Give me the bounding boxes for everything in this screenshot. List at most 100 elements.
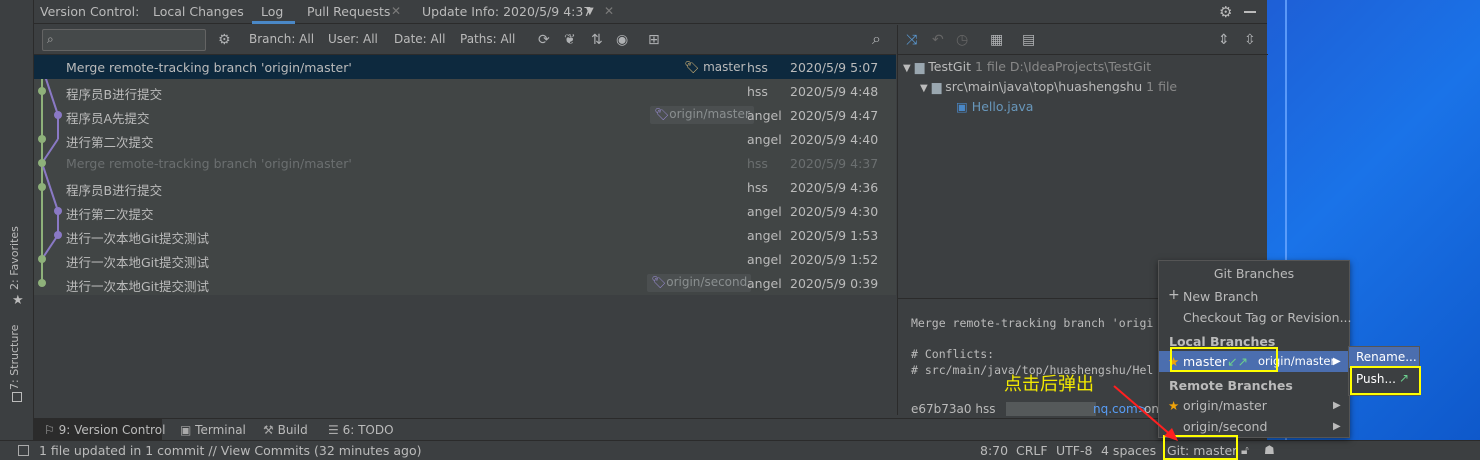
commit-row[interactable]: Merge remote-tracking branch 'origin/mas… [34, 55, 896, 79]
commit-row[interactable]: 进行一次本地Git提交测试 angel 2020/5/9 1:53 [34, 223, 896, 247]
cherry-pick-icon[interactable]: ❦ [564, 33, 576, 47]
tab-update-info[interactable]: Update Info: 2020/5/9 4:37 [422, 4, 591, 19]
details-conflicts: # Conflicts: [911, 347, 995, 361]
push-item[interactable]: Push... ↗ [1349, 369, 1419, 390]
commit-list: Merge remote-tracking branch 'origin/mas… [34, 55, 896, 295]
sync-arrows-icon: ↙↗ [1227, 354, 1248, 369]
tree-dir[interactable]: ▼ ▆ src\main\java\top\huashengshu 1 file [920, 79, 1177, 94]
tree-root-meta: 1 file D:\IdeaProjects\TestGit [974, 59, 1152, 74]
gear-icon[interactable]: ⚙ [1219, 3, 1232, 21]
revert-icon[interactable]: ↶ [932, 33, 944, 47]
status-bar: 1 file updated in 1 commit // View Commi… [0, 440, 1480, 460]
commit-message: 程序员A先提交 [66, 111, 150, 126]
commit-date: 2020/5/9 1:52 [790, 252, 879, 267]
caret-position[interactable]: 8:70 [980, 443, 1008, 458]
commit-author: angel [747, 108, 782, 123]
checkout-tag-item[interactable]: Checkout Tag or Revision... [1159, 307, 1352, 328]
ref-label: master [703, 60, 746, 74]
commit-row[interactable]: 程序员B进行提交 hss 2020/5/9 4:48 [34, 79, 896, 103]
diff-icon[interactable]: ⤨ [906, 33, 917, 47]
chevron-down-icon[interactable]: ▼ [586, 6, 594, 17]
lock-icon[interactable]: 🔓︎ [1241, 443, 1249, 458]
layout-icon[interactable] [18, 445, 29, 456]
tracking-label: origin/master [1258, 354, 1336, 368]
commit-row[interactable]: 进行一次本地Git提交测试 angel 2020/5/9 1:52 [34, 247, 896, 271]
chevron-right-icon: ▶ [1333, 421, 1341, 432]
commit-author: hss [747, 60, 768, 75]
commit-row[interactable]: Merge remote-tracking branch 'origin/mas… [34, 151, 896, 175]
user-filter[interactable]: User: All [328, 32, 378, 46]
close-update-info-icon[interactable]: ✕ [604, 4, 614, 18]
commit-date: 2020/5/9 5:07 [790, 60, 879, 75]
file-encoding[interactable]: UTF-8 [1056, 443, 1092, 458]
commit-date: 2020/5/9 4:36 [790, 180, 879, 195]
close-pull-requests-icon[interactable]: ✕ [391, 4, 401, 18]
minimize-icon[interactable] [1244, 11, 1256, 13]
search-icon: ⌕ [47, 32, 54, 46]
paths-filter[interactable]: Paths: All [460, 32, 515, 46]
settings-icon[interactable]: ⚙ [218, 33, 231, 47]
commit-date: 2020/5/9 1:53 [790, 228, 879, 243]
tab-version-control[interactable]: ⚐ 9: Version Control [44, 423, 165, 437]
commit-row[interactable]: 进行第二次提交 angel 2020/5/9 4:30 [34, 199, 896, 223]
tree-root-label: TestGit [928, 59, 971, 74]
commit-author: angel [747, 276, 782, 291]
commit-message: Merge remote-tracking branch 'origin/mas… [66, 156, 352, 171]
commit-date: 2020/5/9 4:40 [790, 132, 879, 147]
sort-icon[interactable]: ⇅ [591, 33, 603, 47]
tab-log[interactable]: Log [261, 4, 283, 19]
rename-item[interactable]: Rename... [1349, 347, 1419, 368]
ide-window: 2: Favorites ★ 7: Structure Version Cont… [0, 0, 1480, 460]
commit-row[interactable]: 程序员A先提交 🏷︎origin/master angel 2020/5/9 4:47 [34, 103, 896, 127]
annotation-arrow [1113, 385, 1178, 441]
expand-all-icon[interactable]: ⇕ [1218, 33, 1230, 47]
group-icon[interactable]: ▦ [990, 33, 1003, 47]
chevron-right-icon: ▶ [1333, 400, 1341, 411]
commit-author: angel [747, 252, 782, 267]
tab-todo-label: 6: TODO [342, 423, 394, 437]
details-hash: e67b73a0 hss [911, 402, 996, 416]
refresh-icon[interactable]: ⟳ [538, 33, 550, 47]
push-label: Push... [1356, 372, 1396, 386]
tree-dir-label: src\main\java\top\huashengshu [945, 79, 1143, 94]
branch-ref: 🏷︎ master [684, 60, 745, 74]
tab-local-changes[interactable]: Local Changes [153, 4, 244, 19]
commit-row[interactable]: 进行第二次提交 angel 2020/5/9 4:40 [34, 127, 896, 151]
tab-terminal[interactable]: ▣ Terminal [180, 423, 246, 437]
branch-filter[interactable]: Branch: All [249, 32, 314, 46]
tree-root[interactable]: ▼ ▆ TestGit 1 file D:\IdeaProjects\TestG… [903, 59, 1151, 74]
search-input[interactable]: ⌕ [42, 29, 206, 51]
date-filter[interactable]: Date: All [394, 32, 445, 46]
commit-message: 程序员B进行提交 [66, 183, 163, 198]
commit-list-empty-area [34, 295, 896, 415]
commit-row[interactable]: 进行一次本地Git提交测试 🏷︎origin/second angel 2020/5/… [34, 271, 896, 295]
commit-date: 2020/5/9 0:39 [790, 276, 879, 291]
favorites-tab[interactable]: 2: Favorites [8, 226, 21, 290]
history-icon[interactable]: ◷ [956, 33, 968, 47]
tab-build-label: Build [277, 423, 308, 437]
tool-window-tabbar: Version Control: Local Changes Log Pull … [34, 0, 1267, 24]
commit-author: hss [747, 84, 768, 99]
status-message[interactable]: 1 file updated in 1 commit // View Commi… [39, 443, 421, 458]
eye-icon[interactable]: ◉ [616, 33, 628, 47]
new-tab-icon[interactable]: ⊞ [648, 33, 660, 47]
structure-tab[interactable]: 7: Structure [8, 325, 21, 390]
search-icon[interactable]: ⌕ [872, 31, 881, 47]
tab-build[interactable]: ⚒ Build [263, 423, 308, 437]
inspector-icon[interactable]: ☗ [1264, 443, 1275, 457]
remote-branch-label: origin/master [1183, 398, 1267, 413]
changes-toolbar: ⤨ ↶ ◷ ▦ ▤ ⇕ ⇳ [898, 25, 1268, 55]
tree-file[interactable]: ▣ Hello.java [956, 99, 1033, 114]
local-branch-master[interactable]: ★ master ↙↗ origin/master ▶ [1159, 351, 1349, 372]
tab-todo[interactable]: ☰ 6: TODO [328, 423, 394, 437]
line-separator[interactable]: CRLF [1016, 443, 1048, 458]
commit-row[interactable]: 程序员B进行提交 hss 2020/5/9 4:36 [34, 175, 896, 199]
popup-title: Git Branches [1213, 266, 1295, 281]
tag-icon: 🏷︎ [654, 107, 670, 121]
collapse-all-icon[interactable]: ⇳ [1244, 33, 1256, 47]
tab-pull-requests[interactable]: Pull Requests [307, 4, 390, 19]
new-branch-item[interactable]: + New Branch [1159, 286, 1349, 307]
ref-label: origin/master [669, 107, 750, 121]
preview-icon[interactable]: ▤ [1022, 33, 1035, 47]
star-icon: ★ [1168, 354, 1180, 369]
